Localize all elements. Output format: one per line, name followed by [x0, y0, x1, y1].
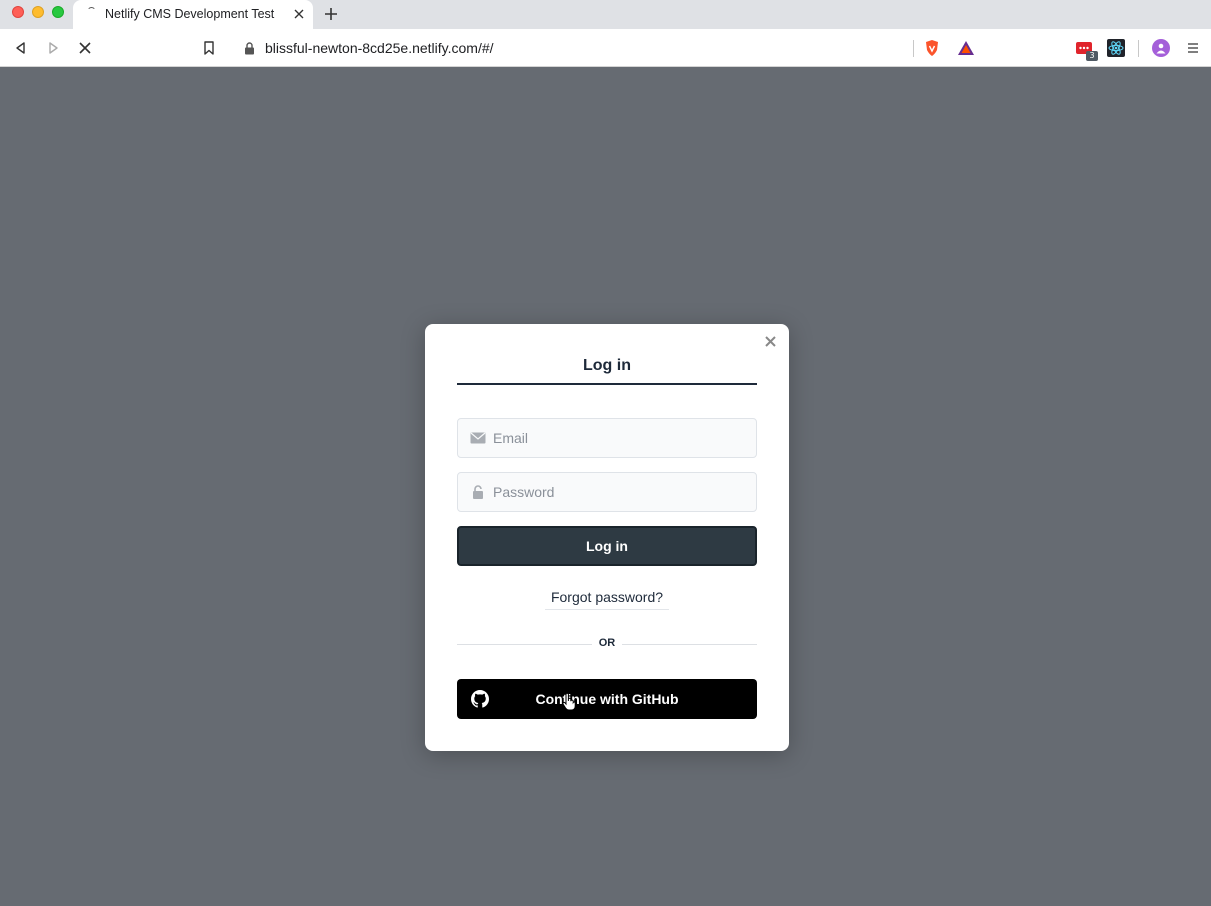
- maximize-window-button[interactable]: [52, 6, 64, 18]
- divider-line: [457, 644, 592, 645]
- menu-icon[interactable]: [1183, 38, 1203, 58]
- toolbar-divider: [913, 40, 914, 57]
- lock-icon: [470, 485, 486, 499]
- stop-icon[interactable]: [75, 38, 95, 58]
- forgot-password-link[interactable]: Forgot password?: [545, 589, 669, 610]
- tab-title: Netlify CMS Development Test: [105, 7, 275, 21]
- envelope-icon: [470, 431, 486, 445]
- divider-line: [622, 644, 757, 645]
- minimize-window-button[interactable]: [32, 6, 44, 18]
- or-divider-text: OR: [598, 637, 616, 649]
- tab-close-icon[interactable]: [291, 6, 307, 22]
- profile-avatar[interactable]: [1152, 39, 1170, 57]
- tab-log-in[interactable]: Log in: [457, 357, 757, 385]
- bookmark-icon[interactable]: [199, 38, 219, 58]
- continue-with-github-button[interactable]: Continue with GitHub: [457, 679, 757, 719]
- close-icon[interactable]: [763, 334, 777, 348]
- browser-tab[interactable]: Netlify CMS Development Test: [73, 0, 313, 29]
- browser-toolbar: blissful-newton-8cd25e.netlify.com/#/ 3: [0, 29, 1211, 67]
- password-field[interactable]: [457, 472, 757, 512]
- password-input[interactable]: [493, 473, 748, 511]
- back-icon[interactable]: [11, 38, 31, 58]
- email-input[interactable]: [493, 419, 748, 457]
- log-in-button[interactable]: Log in: [457, 526, 757, 566]
- github-button-label: Continue with GitHub: [535, 691, 679, 707]
- toolbar-divider: [1138, 40, 1139, 57]
- extension-badge: 3: [1086, 51, 1098, 61]
- title-bar: Netlify CMS Development Test: [0, 0, 1211, 29]
- close-window-button[interactable]: [12, 6, 24, 18]
- forward-icon[interactable]: [43, 38, 63, 58]
- brave-shields-icon[interactable]: [922, 38, 942, 58]
- email-field[interactable]: [457, 418, 757, 458]
- github-icon: [471, 690, 489, 708]
- lock-icon[interactable]: [239, 38, 259, 58]
- login-modal: Log in Log in Forgot password? OR Contin…: [425, 324, 789, 751]
- react-devtools-icon[interactable]: [1106, 38, 1126, 58]
- loading-spinner-icon: [87, 7, 96, 16]
- address-bar[interactable]: blissful-newton-8cd25e.netlify.com/#/: [265, 40, 494, 56]
- new-tab-button[interactable]: [322, 5, 340, 23]
- pointer-cursor-icon: [562, 692, 576, 711]
- brave-rewards-icon[interactable]: [956, 38, 976, 58]
